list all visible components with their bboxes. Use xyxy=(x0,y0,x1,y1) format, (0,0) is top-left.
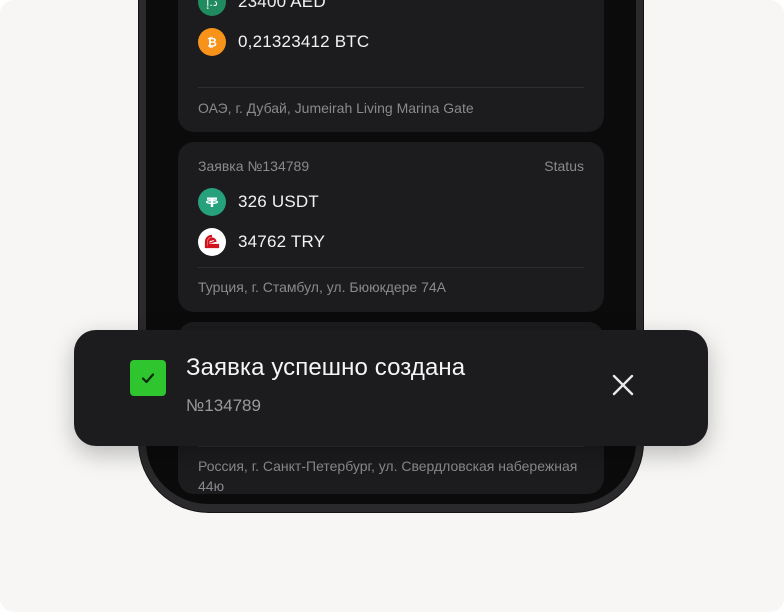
page-background: د.إ 23400 AED ₿ 0,21323412 BTC ОАЭ, г. Д… xyxy=(0,0,784,612)
divider xyxy=(198,267,584,268)
svg-text:د.إ: د.إ xyxy=(206,0,218,9)
amount: 23400 AED xyxy=(238,0,326,11)
order-card[interactable]: Заявка №134789 Status 326 USDT 34762 TRY… xyxy=(178,142,604,312)
try-coin-icon xyxy=(198,228,226,256)
close-icon[interactable] xyxy=(611,373,635,397)
svg-text:₿: ₿ xyxy=(207,36,217,50)
divider xyxy=(198,446,584,447)
toast-order-number: №134789 xyxy=(186,396,261,415)
currency-row: د.إ 23400 AED xyxy=(198,0,326,16)
order-id: Заявка №134789 xyxy=(198,158,310,174)
usdt-coin-icon xyxy=(198,188,226,216)
toast-title: Заявка успешно создана xyxy=(186,354,466,381)
currency-row: 34762 TRY xyxy=(198,228,325,256)
status-label: Status xyxy=(544,158,584,174)
currency-row: 326 USDT xyxy=(198,188,319,216)
amount: 0,21323412 BTC xyxy=(238,32,370,51)
close-button[interactable] xyxy=(608,370,638,400)
divider xyxy=(198,87,584,88)
address: ОАЭ, г. Дубай, Jumeirah Living Marina Ga… xyxy=(198,100,474,116)
order-card[interactable]: د.إ 23400 AED ₿ 0,21323412 BTC ОАЭ, г. Д… xyxy=(178,0,604,132)
checkmark-icon xyxy=(130,360,166,396)
amount: 326 USDT xyxy=(238,192,319,211)
btc-coin-icon: ₿ xyxy=(198,28,226,56)
address: Россия, г. Санкт-Петербург, ул. Свердлов… xyxy=(198,458,578,494)
aed-coin-icon: د.إ xyxy=(198,0,226,16)
amount: 34762 TRY xyxy=(238,232,326,251)
success-toast: Заявка успешно создана №134789 xyxy=(74,330,708,446)
currency-row: ₿ 0,21323412 BTC xyxy=(198,28,369,56)
address: Турция, г. Стамбул, ул. Бююкдере 74А xyxy=(198,279,447,295)
